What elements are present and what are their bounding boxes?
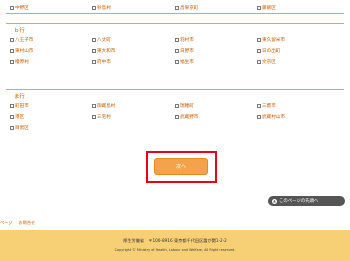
next-button[interactable]: 次へ: [154, 158, 208, 175]
checkbox-icon[interactable]: [92, 104, 96, 108]
checkbox-icon[interactable]: [257, 38, 261, 42]
section-ma-gyo: ま行 町田市 御蔵島村 瑞穂町 三鷹市 港区 三宅村 武蔵野市 武蔵村山市 目黒…: [6, 89, 344, 144]
checkbox-icon[interactable]: [92, 49, 96, 53]
section-title: ま行: [14, 94, 25, 100]
checkbox-icon[interactable]: [92, 115, 96, 119]
checkbox-item[interactable]: 八王子市: [10, 37, 33, 43]
checkbox-item[interactable]: 東村山市: [10, 48, 33, 54]
checkbox-icon[interactable]: [257, 104, 261, 108]
checkbox-item[interactable]: 三鷹市: [257, 103, 276, 109]
footer: 厚生労働省 〒100-8916 東京都千代田区霞が関1-2-2 Copyrigh…: [0, 230, 350, 261]
checkbox-icon[interactable]: [10, 6, 14, 10]
page-top-button[interactable]: ▲ このページの先頭へ: [268, 196, 345, 206]
checkbox-row-top: 中野区 秋島村 昌果京町 藤飯区: [6, 0, 344, 14]
page-top-label: このページの先頭へ: [279, 199, 319, 204]
checkbox-icon[interactable]: [175, 104, 179, 108]
checkbox-icon[interactable]: [92, 6, 96, 10]
checkbox-item[interactable]: 東久留米市: [257, 37, 285, 43]
checkbox-item[interactable]: 日の出町: [257, 48, 280, 54]
arrow-up-icon: ▲: [272, 198, 277, 204]
checkbox-item[interactable]: 町田市: [10, 103, 29, 109]
checkbox-item[interactable]: 八丈町: [92, 37, 111, 43]
checkbox-icon[interactable]: [92, 60, 96, 64]
checkbox-icon[interactable]: [257, 6, 261, 10]
checkbox-item[interactable]: 目黒区: [10, 125, 29, 131]
checkbox-icon[interactable]: [10, 104, 14, 108]
section-ha-gyo: ｂ行 八王子市 八丈町 羽村市 東久留米市 東村山市 東大和市 日野市 日の出町…: [6, 23, 344, 78]
checkbox-icon[interactable]: [175, 6, 179, 10]
checkbox-item[interactable]: 檜原村: [10, 59, 29, 65]
checkbox-icon[interactable]: [175, 49, 179, 53]
next-button-highlight: 次へ: [146, 151, 217, 183]
checkbox-icon[interactable]: [10, 60, 14, 64]
checkbox-item[interactable]: 武蔵野市: [175, 114, 198, 120]
checkbox-icon[interactable]: [10, 126, 14, 130]
checkbox-icon[interactable]: [257, 49, 261, 53]
checkbox-item[interactable]: 昌果京町: [175, 5, 198, 11]
checkbox-item[interactable]: 福生市: [175, 59, 194, 65]
checkbox-item[interactable]: 秋島村: [92, 5, 111, 11]
checkbox-icon[interactable]: [10, 49, 14, 53]
footer-link-contact[interactable]: お問合せ: [18, 220, 35, 226]
checkbox-item[interactable]: 羽村市: [175, 37, 194, 43]
checkbox-item[interactable]: 日野市: [175, 48, 194, 54]
checkbox-item[interactable]: 武蔵村山市: [257, 114, 285, 120]
section-title: ｂ行: [14, 28, 25, 34]
footer-address: 厚生労働省 〒100-8916 東京都千代田区霞が関1-2-2: [123, 238, 227, 243]
checkbox-icon[interactable]: [257, 115, 261, 119]
checkbox-item[interactable]: 府中市: [92, 59, 111, 65]
checkbox-item[interactable]: 中野区: [10, 5, 29, 11]
checkbox-item[interactable]: 三宅村: [92, 114, 111, 120]
checkbox-icon[interactable]: [175, 60, 179, 64]
footer-link[interactable]: ページ: [0, 220, 12, 226]
checkbox-item[interactable]: 瑞穂町: [175, 103, 194, 109]
checkbox-icon[interactable]: [257, 60, 261, 64]
checkbox-icon[interactable]: [175, 38, 179, 42]
checkbox-item[interactable]: 港区: [10, 114, 24, 120]
checkbox-icon[interactable]: [10, 115, 14, 119]
footer-links: ページ お問合せ: [0, 220, 35, 226]
checkbox-item[interactable]: 東大和市: [92, 48, 115, 54]
checkbox-icon[interactable]: [10, 38, 14, 42]
footer-copyright: Copyright © Ministry of Health, Labour a…: [114, 248, 236, 252]
checkbox-item[interactable]: 御蔵島村: [92, 103, 115, 109]
checkbox-item[interactable]: 藤飯区: [257, 5, 276, 11]
checkbox-item[interactable]: 文京区: [257, 59, 276, 65]
checkbox-icon[interactable]: [92, 38, 96, 42]
checkbox-icon[interactable]: [175, 115, 179, 119]
